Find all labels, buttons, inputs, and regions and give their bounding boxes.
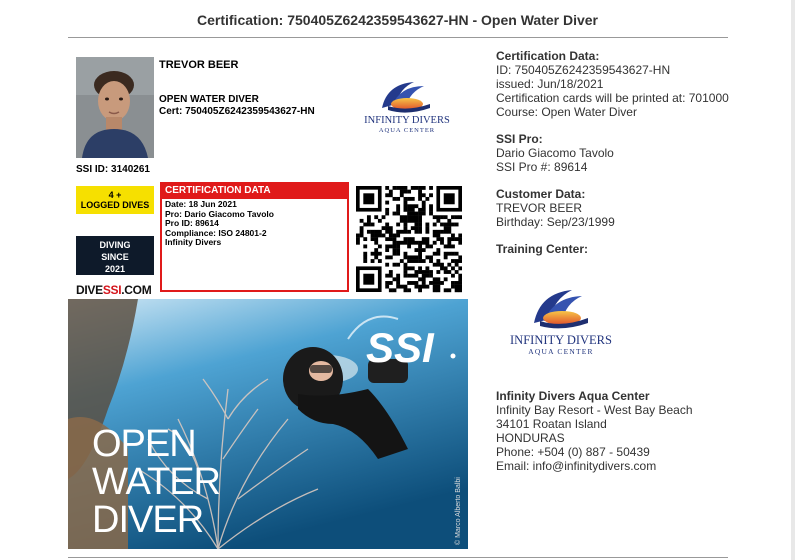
training-center-address2: 34101 Roatan Island (496, 417, 607, 431)
training-center-logo-text: INFINITY DIVERS (510, 333, 612, 347)
svg-text:SSI: SSI (366, 324, 435, 371)
banner-title: OPEN WATER DIVER (92, 423, 221, 541)
certification-printed: Certification cards will be printed at: … (496, 91, 729, 105)
certification-level: OPEN WATER DIVER (159, 94, 259, 105)
ssi-pro-label: SSI Pro: (496, 132, 543, 146)
divessi-part-com: .COM (121, 283, 152, 297)
training-center-country: HONDURAS (496, 431, 565, 445)
title-divider (68, 37, 728, 38)
training-center-email[interactable]: Email: info@infinitydivers.com (496, 459, 693, 473)
diving-since-label-1: DIVING (99, 240, 131, 250)
diving-since-badge: DIVING SINCE 2021 (76, 236, 154, 275)
training-center-label: Training Center: (496, 242, 589, 256)
customer-data-label: Customer Data: (496, 187, 586, 201)
certification-id: ID: 750405Z6242359543627-HN (496, 63, 671, 77)
training-center-logo-subtext: AQUA CENTER (528, 347, 594, 356)
training-center-logo: INFINITY DIVERS AQUA CENTER (496, 285, 626, 357)
banner-title-line3: DIVER (92, 499, 204, 541)
customer-birthday: Birthday: Sep/23/1999 (496, 215, 615, 229)
divessi-part-dive: DIVE (76, 283, 103, 297)
page-title: Certification: 750405Z6242359543627-HN -… (197, 12, 598, 28)
logged-dives-badge: 4 + LOGGED DIVES (76, 186, 154, 214)
page-scrollbar[interactable] (791, 0, 795, 560)
cert-number: Cert: 750405Z6242359543627-HN (159, 106, 315, 117)
divessi-part-ssi: SSI (102, 283, 122, 297)
photo-credit: © Marco Alberto Balbi (455, 477, 462, 545)
customer-name: TREVOR BEER (496, 201, 583, 215)
holder-name: TREVOR BEER (159, 59, 239, 71)
banner-title-line1: OPEN (92, 423, 197, 465)
training-center-address1: Infinity Bay Resort - West Bay Beach (496, 403, 693, 417)
certification-data-label: Certification Data: (496, 49, 600, 63)
diving-since-label-2: SINCE (101, 252, 129, 262)
qr-code-icon (356, 186, 463, 294)
holder-photo (76, 57, 154, 158)
certification-issued: issued: Jun/18/2021 (496, 77, 604, 91)
certification-details: Certification Data: ID: 750405Z624235954… (496, 49, 786, 256)
banner-title-line2: WATER (92, 461, 221, 503)
training-center-phone: Phone: +504 (0) 887 - 50439 (496, 445, 650, 459)
logged-dives-label: LOGGED DIVES (80, 200, 150, 210)
cert-center: Infinity Divers (165, 237, 222, 247)
ssi-pro-name: Dario Giacomo Tavolo (496, 146, 614, 160)
certification-course: Course: Open Water Diver (496, 105, 637, 119)
infinity-divers-logo: INFINITY DIVERS AQUA CENTER (352, 76, 462, 136)
certification-data-header: CERTIFICATION DATA (162, 184, 347, 199)
logo-subtext: AQUA CENTER (379, 127, 435, 134)
ssi-id: SSI ID: 3140261 (76, 164, 150, 175)
ssi-logo: SSI (366, 324, 435, 371)
bottom-divider (68, 557, 728, 558)
diving-since-year: 2021 (104, 264, 126, 274)
logged-dives-count: 4 + (108, 190, 122, 200)
training-center-name: Infinity Divers Aqua Center (496, 389, 650, 403)
logo-text: INFINITY DIVERS (364, 115, 450, 126)
ssi-pro-number: SSI Pro #: 89614 (496, 160, 588, 174)
divessi-link: DIVESSI.COM (76, 283, 152, 297)
certification-data-box: CERTIFICATION DATA Date: 18 Jun 2021 Pro… (160, 182, 349, 292)
training-center-details: Infinity Divers Aqua Center Infinity Bay… (496, 389, 693, 473)
